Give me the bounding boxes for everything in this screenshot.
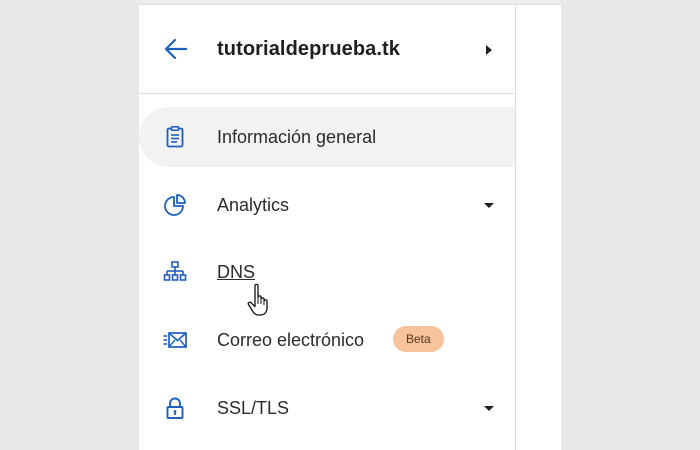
nav-label-ssl-tls: SSL/TLS: [217, 398, 290, 418]
nav-item-dns[interactable]: DNS: [139, 242, 515, 302]
nav-item-ssl-tls[interactable]: SSL/TLS: [139, 378, 515, 438]
nav-item-analytics[interactable]: Analytics: [139, 175, 515, 235]
clipboard-icon: [166, 125, 184, 148]
lock-icon: [166, 397, 184, 419]
pie-chart-icon: [164, 194, 186, 216]
nav-item-correo-electronico[interactable]: Correo electrónico Beta: [139, 310, 515, 370]
sidebar-header: tutorialdeprueba.tk: [139, 5, 515, 94]
nav-label-dns: DNS: [217, 262, 256, 282]
mail-forward-icon: [163, 332, 187, 348]
chevron-down-icon[interactable]: [482, 403, 496, 413]
nav-label-informacion-general: Información general: [217, 127, 377, 147]
site-title[interactable]: tutorialdeprueba.tk: [217, 38, 400, 61]
sidebar-panel: tutorialdeprueba.tk Información general …: [139, 0, 561, 450]
hand-pointer-cursor-icon: [247, 283, 268, 316]
arrow-left-icon[interactable]: [163, 36, 189, 62]
nav-label-correo-electronico: Correo electrónico: [217, 330, 365, 350]
beta-badge: Beta: [393, 326, 444, 352]
network-tree-icon: [163, 261, 187, 281]
nav-item-informacion-general[interactable]: Información general: [139, 107, 515, 167]
chevron-down-icon[interactable]: [482, 200, 496, 210]
nav-label-analytics: Analytics: [217, 195, 290, 215]
caret-right-icon[interactable]: [485, 44, 493, 56]
column-divider: [515, 4, 516, 450]
